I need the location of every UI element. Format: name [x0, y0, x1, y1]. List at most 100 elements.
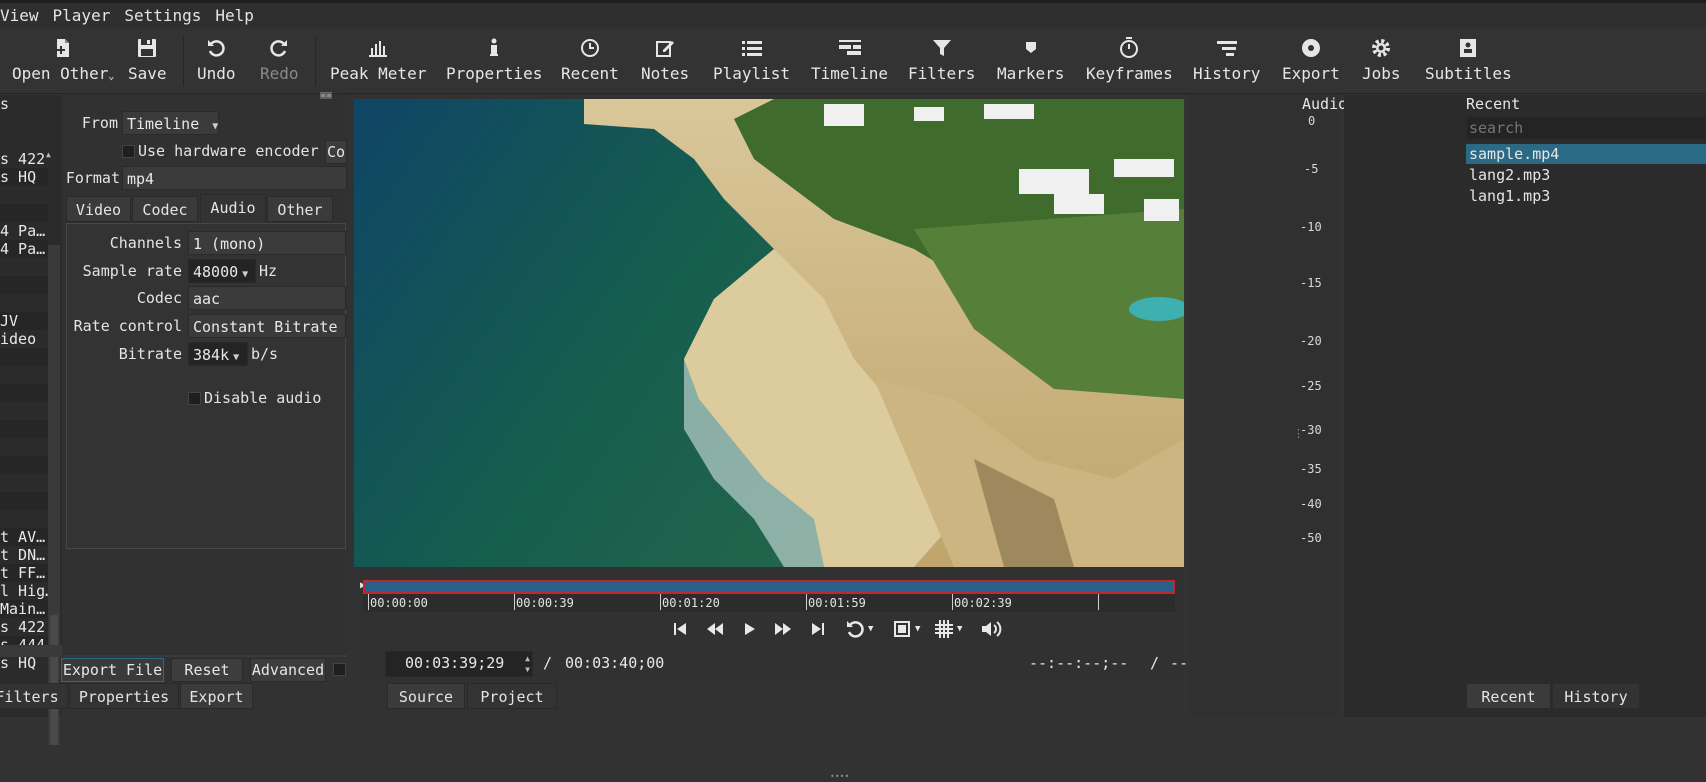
channels-combobox[interactable]: 1 (mono) [188, 231, 346, 255]
preset-list-item[interactable] [0, 474, 48, 492]
preset-list-item[interactable]: t DN… [0, 546, 48, 564]
recent-file-item[interactable]: sample.mp4 [1466, 144, 1706, 164]
bottom-splitter-handle[interactable]: •••• [830, 772, 849, 781]
dock-float-icon[interactable]: ▣▣ [320, 90, 332, 101]
preset-list-item[interactable]: 4 Pa… [0, 240, 48, 258]
filters-button[interactable]: Filters [908, 34, 975, 90]
menu-view[interactable]: View [0, 6, 39, 25]
rate-control-combobox[interactable]: Constant Bitrate [188, 314, 346, 338]
fast-forward-button[interactable] [773, 618, 793, 640]
tab-history[interactable]: History [1552, 683, 1640, 709]
preset-list-item[interactable] [0, 384, 48, 402]
export-file-button[interactable]: Export File [61, 658, 164, 682]
bitrate-combobox[interactable]: 384k ▼ [188, 342, 248, 366]
redo-button[interactable]: Redo [260, 34, 299, 90]
preset-list-item[interactable]: t AV… [0, 528, 48, 546]
properties-button[interactable]: Properties [446, 34, 542, 90]
skip-to-start-button[interactable] [672, 618, 688, 640]
preset-list-item[interactable]: JV [0, 312, 48, 330]
tab-audio[interactable]: Audio [200, 194, 266, 224]
presets-scrollbar[interactable] [48, 245, 60, 745]
preset-list-item[interactable] [0, 366, 48, 384]
volume-button[interactable] [980, 618, 1002, 640]
advanced-checkbox[interactable] [333, 663, 346, 676]
rewind-button[interactable] [705, 618, 725, 640]
preset-list-item[interactable] [0, 492, 48, 510]
recent-file-item[interactable]: lang2.mp3 [1466, 165, 1706, 185]
preset-list-item[interactable] [0, 456, 48, 474]
peak-meter-button[interactable]: Peak Meter [330, 34, 426, 90]
recent-button[interactable]: Recent [561, 34, 619, 90]
save-button[interactable]: Save [128, 34, 167, 90]
menu-settings[interactable]: Settings [124, 6, 201, 25]
keyframes-button[interactable]: Keyframes [1086, 34, 1173, 90]
position-timecode-field[interactable]: 00:03:39;29 ▲ ▼ [385, 651, 533, 677]
skip-to-end-button[interactable] [810, 618, 826, 640]
preset-list-item[interactable]: l Hig… [0, 582, 48, 600]
tab-source[interactable]: Source [387, 683, 465, 709]
preset-list-item[interactable] [0, 276, 48, 294]
preset-list-item[interactable]: s 422 [0, 618, 48, 636]
tab-export[interactable]: Export [180, 683, 253, 709]
subtitles-button[interactable]: Subtitles [1425, 34, 1512, 90]
jobs-button[interactable]: Jobs [1362, 34, 1401, 90]
tab-recent[interactable]: Recent [1466, 683, 1551, 709]
menu-help[interactable]: Help [215, 6, 254, 25]
preset-list-item[interactable] [0, 204, 48, 222]
preset-list-item[interactable]: 4 Pa… [0, 222, 48, 240]
scroll-up-icon[interactable]: ▲ [46, 150, 51, 159]
preset-list-item[interactable] [0, 420, 48, 438]
history-button[interactable]: History [1193, 34, 1260, 90]
preset-list-item[interactable] [0, 402, 48, 420]
configure-button[interactable]: Co [325, 140, 347, 164]
preset-list-item[interactable] [0, 348, 48, 366]
format-combobox[interactable]: mp4 [122, 166, 347, 190]
ruler-label: 00:00:00 [370, 596, 428, 610]
playlist-button[interactable]: Playlist [713, 34, 790, 90]
play-button[interactable] [743, 618, 757, 640]
open-other-button[interactable]: Open Other⌄ [12, 34, 114, 90]
markers-button[interactable]: Markers [997, 34, 1064, 90]
grid-button[interactable]: ▼ [934, 618, 962, 640]
preset-list-item[interactable] [0, 510, 48, 528]
scrub-bar[interactable] [363, 580, 1175, 594]
loop-button[interactable]: ▼ [845, 618, 873, 640]
preset-list-item[interactable] [0, 258, 48, 276]
disable-audio-checkbox[interactable] [188, 392, 201, 405]
preset-list-item[interactable] [0, 438, 48, 456]
video-frame[interactable] [354, 99, 1184, 567]
from-combobox[interactable]: Timeline ▼ [122, 111, 219, 135]
preset-list-item[interactable]: ideo [0, 330, 48, 348]
sample-rate-combobox[interactable]: 48000 ▼ [188, 259, 256, 283]
splitter-handle[interactable]: ⋮ [1293, 427, 1304, 440]
recent-search-input[interactable] [1466, 116, 1706, 140]
spin-arrows-icon[interactable]: ▲ ▼ [525, 653, 530, 675]
preset-list-item[interactable]: s HQ [0, 168, 48, 186]
undo-button[interactable]: Undo [197, 34, 236, 90]
scrollbar-thumb[interactable] [50, 615, 58, 745]
timeline-ruler[interactable]: 00:00:00 00:00:39 00:01:20 00:01:59 00:0… [363, 580, 1175, 612]
preset-list-item[interactable] [0, 294, 48, 312]
export-button[interactable]: Export [1282, 34, 1340, 90]
tab-other[interactable]: Other [267, 196, 333, 222]
recent-file-item[interactable]: lang1.mp3 [1466, 186, 1706, 206]
advanced-button[interactable]: Advanced [250, 658, 326, 682]
preset-list-item[interactable]: s 422 [0, 150, 48, 168]
reset-button[interactable]: Reset [171, 658, 243, 682]
tab-filters[interactable]: Filters [0, 683, 68, 709]
preset-list-item[interactable] [0, 186, 48, 204]
tab-codec[interactable]: Codec [132, 196, 198, 222]
timeline-button[interactable]: Timeline [811, 34, 888, 90]
preset-list-item[interactable]: t FF… [0, 564, 48, 582]
tab-video[interactable]: Video [66, 196, 131, 222]
preset-list-item[interactable]: Main… [0, 600, 48, 618]
audio-codec-combobox[interactable]: aac [188, 286, 346, 310]
hardware-encoder-checkbox[interactable] [122, 145, 135, 158]
notes-button[interactable]: Notes [641, 34, 689, 90]
tab-project[interactable]: Project [467, 683, 557, 709]
disc-icon [1301, 34, 1321, 62]
menu-player[interactable]: Player [53, 6, 111, 25]
zoom-button[interactable]: ▼ [892, 618, 920, 640]
tab-properties[interactable]: Properties [69, 683, 179, 709]
coastline-video-image [354, 99, 1184, 567]
